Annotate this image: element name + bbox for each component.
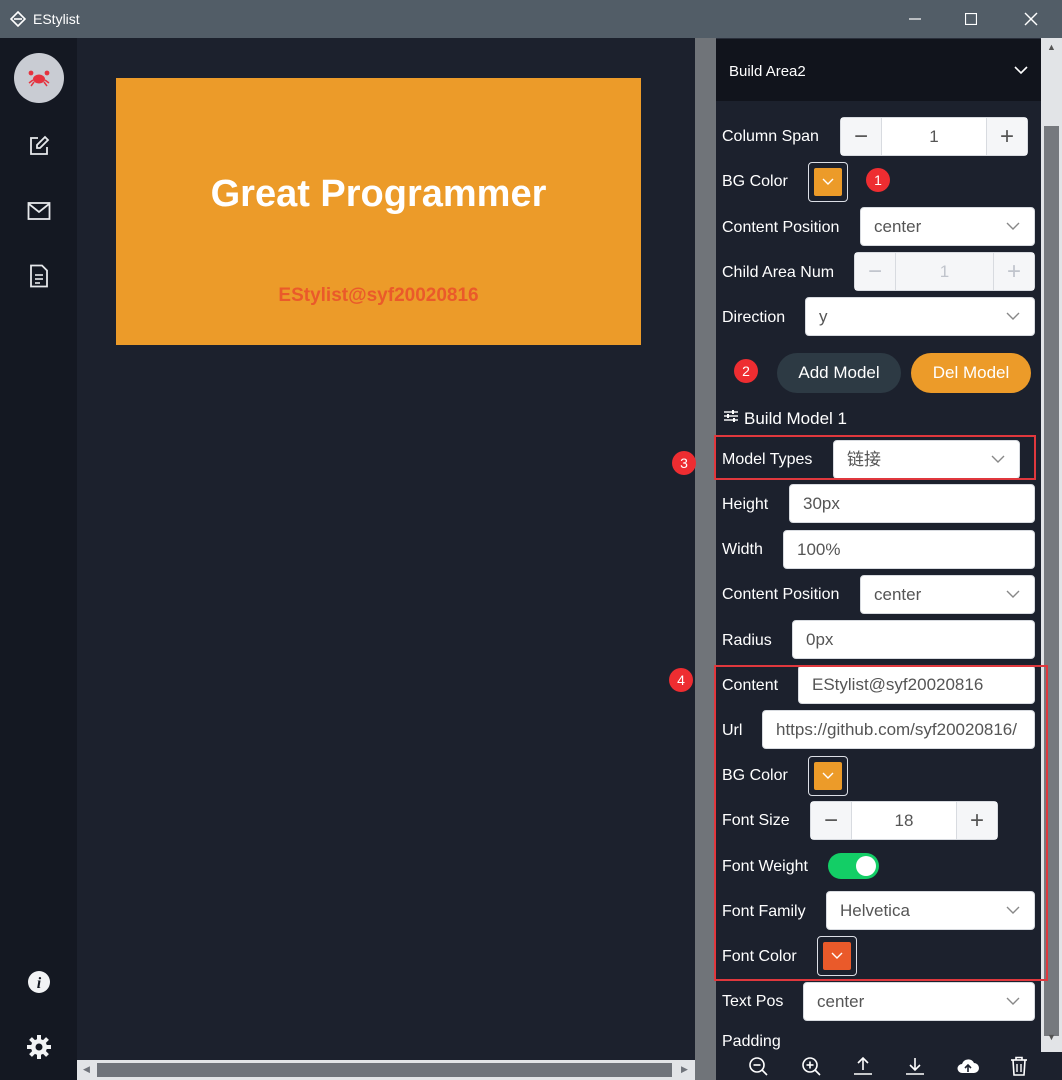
bg-color-label: BG Color <box>722 173 788 190</box>
annotation-badge-1: 1 <box>866 168 890 192</box>
height-input[interactable]: 30px <box>789 484 1035 523</box>
bg-color-picker[interactable] <box>808 162 848 202</box>
chevron-down-icon <box>1006 312 1020 320</box>
cloud-upload-button[interactable] <box>957 1055 979 1077</box>
crab-icon <box>28 70 50 87</box>
padding-label: Padding <box>722 1033 781 1050</box>
decrement-button: − <box>855 253 896 290</box>
upload-icon <box>854 1056 872 1075</box>
chevron-down-icon <box>1006 590 1020 598</box>
edit-icon <box>30 135 50 155</box>
link-properties-highlight <box>714 665 1048 981</box>
download-button[interactable] <box>904 1055 926 1077</box>
canvas-horizontal-scrollbar[interactable]: ◀ ▶ <box>77 1060 695 1080</box>
mail-icon <box>27 202 51 220</box>
bg-color-swatch <box>814 168 842 196</box>
document-icon <box>30 264 48 288</box>
sliders-icon <box>724 410 738 422</box>
direction-value: y <box>819 307 828 326</box>
increment-button: + <box>993 253 1034 290</box>
app-logo-icon <box>10 11 26 27</box>
column-span-value[interactable]: 1 <box>882 118 986 155</box>
zoom-in-icon <box>802 1057 821 1076</box>
title-bar: EStylist <box>0 0 1062 38</box>
avatar[interactable] <box>14 53 64 103</box>
radius-input[interactable]: 0px <box>792 620 1035 659</box>
zoom-out-button[interactable] <box>747 1055 769 1077</box>
scroll-right-icon[interactable]: ▶ <box>681 1064 688 1075</box>
model-types-highlight <box>714 435 1036 480</box>
width-input[interactable]: 100% <box>783 530 1035 569</box>
column-span-stepper[interactable]: − 1 + <box>840 117 1028 156</box>
preview-card[interactable]: Great Programmer EStylist@syf20020816 <box>116 78 641 345</box>
trash-icon <box>1011 1056 1027 1076</box>
settings-nav-button[interactable] <box>22 1030 56 1064</box>
left-navigation-rail: i <box>0 38 77 1080</box>
chevron-down-icon <box>1014 66 1028 75</box>
text-pos-label: Text Pos <box>722 993 784 1010</box>
maximize-icon <box>965 13 977 25</box>
canvas-vertical-gutter <box>695 38 716 1080</box>
edit-nav-button[interactable] <box>22 129 56 163</box>
model-content-position-label: Content Position <box>722 586 840 603</box>
direction-select[interactable]: y <box>805 297 1035 336</box>
column-span-label: Column Span <box>722 128 819 145</box>
annotation-badge-4: 4 <box>669 668 693 692</box>
delete-button[interactable] <box>1008 1055 1030 1077</box>
del-model-button[interactable]: Del Model <box>911 353 1031 393</box>
maximize-button[interactable] <box>946 0 996 38</box>
model-content-position-value: center <box>874 585 922 604</box>
decrement-button[interactable]: − <box>841 118 882 155</box>
zoom-in-button[interactable] <box>800 1055 822 1077</box>
child-area-num-stepper: − 1 + <box>854 252 1035 291</box>
scroll-down-icon[interactable]: ▼ <box>1047 1032 1056 1042</box>
scroll-up-icon[interactable]: ▲ <box>1047 42 1056 52</box>
text-pos-select[interactable]: center <box>803 982 1035 1021</box>
chevron-down-icon <box>1006 222 1020 230</box>
svg-text:i: i <box>37 975 42 992</box>
scrollbar-thumb[interactable] <box>97 1063 672 1077</box>
content-position-select[interactable]: center <box>860 207 1035 246</box>
chevron-down-icon <box>1006 997 1020 1005</box>
preview-canvas: Great Programmer EStylist@syf20020816 <box>77 38 695 1060</box>
zoom-out-icon <box>749 1057 768 1076</box>
add-model-button[interactable]: Add Model <box>777 353 901 393</box>
cloud-upload-icon <box>957 1059 979 1073</box>
width-label: Width <box>722 541 763 558</box>
child-area-num-label: Child Area Num <box>722 264 835 281</box>
close-icon <box>1024 12 1038 26</box>
build-area-header[interactable]: Build Area2 <box>716 38 1041 101</box>
content-position-value: center <box>874 217 922 236</box>
info-nav-button[interactable]: i <box>22 965 56 999</box>
chevron-down-icon <box>822 178 834 185</box>
radius-label: Radius <box>722 632 772 649</box>
bottom-toolbar <box>716 1052 1062 1080</box>
minimize-icon <box>909 18 921 20</box>
direction-label: Direction <box>722 309 786 326</box>
card-link[interactable]: EStylist@syf20020816 <box>116 285 641 307</box>
card-title: Great Programmer <box>210 173 547 215</box>
gear-icon <box>27 1035 51 1059</box>
upload-button[interactable] <box>852 1055 874 1077</box>
build-model-heading: Build Model 1 <box>744 409 848 428</box>
close-button[interactable] <box>1006 0 1056 38</box>
increment-button[interactable]: + <box>986 118 1027 155</box>
model-content-position-select[interactable]: center <box>860 575 1035 614</box>
mail-nav-button[interactable] <box>22 194 56 228</box>
child-area-num-value: 1 <box>939 262 950 281</box>
annotation-badge-3: 3 <box>672 451 696 475</box>
info-icon: i <box>28 971 50 993</box>
height-label: Height <box>722 496 769 513</box>
minimize-button[interactable] <box>890 0 940 38</box>
document-nav-button[interactable] <box>22 259 56 293</box>
content-position-label: Content Position <box>722 219 840 236</box>
download-icon <box>906 1058 924 1075</box>
scroll-left-icon[interactable]: ◀ <box>83 1064 90 1075</box>
annotation-badge-2: 2 <box>734 359 758 383</box>
text-pos-value: center <box>817 992 865 1011</box>
build-area-title: Build Area2 <box>729 63 806 80</box>
window-title: EStylist <box>33 11 80 27</box>
